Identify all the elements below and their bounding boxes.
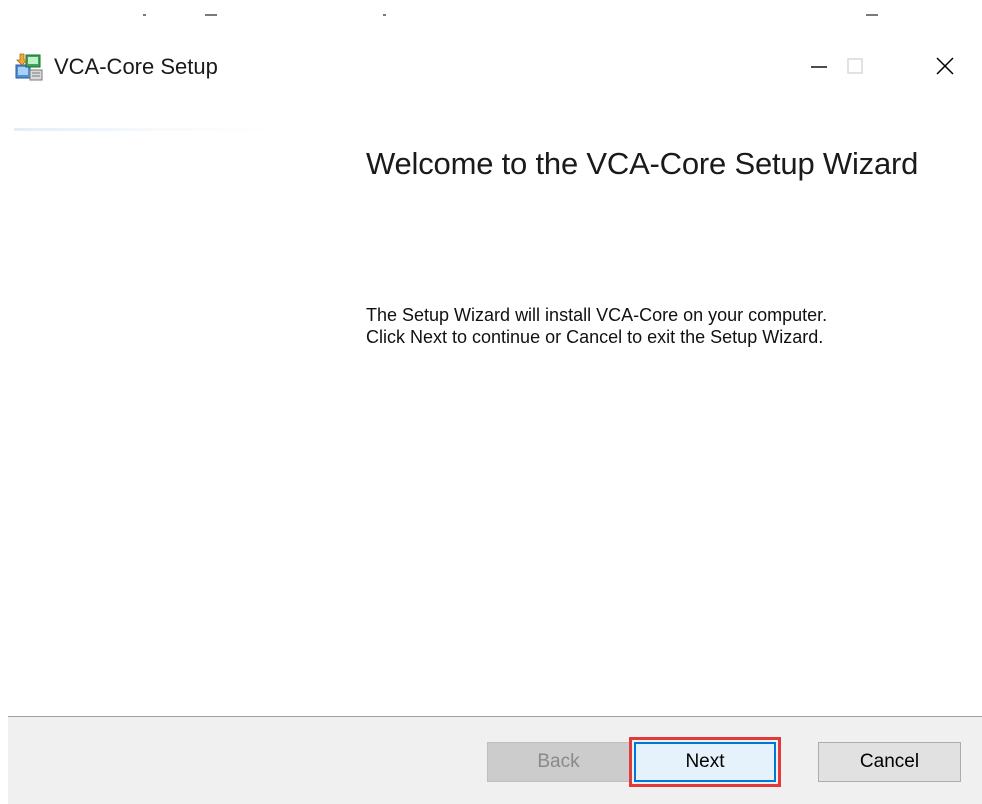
banner-edge: [14, 128, 274, 131]
top-edge-speck: [205, 14, 217, 16]
close-button[interactable]: [918, 46, 972, 90]
minimize-icon: [809, 56, 829, 81]
top-edge-speck: [143, 14, 146, 16]
wizard-description: The Setup Wizard will install VCA-Core o…: [366, 304, 827, 348]
description-line-1: The Setup Wizard will install VCA-Core o…: [366, 305, 828, 325]
top-edge-speck: [866, 14, 878, 16]
description-line-2: Click Next to continue or Cancel to exit…: [366, 327, 824, 347]
next-button[interactable]: Next: [634, 742, 776, 782]
setup-wizard-window: VCA-Core Setup Welcome to the VCA-Core S…: [0, 0, 982, 804]
title-bar[interactable]: VCA-Core Setup: [0, 40, 982, 96]
cancel-button[interactable]: Cancel: [818, 742, 961, 782]
maximize-icon: [845, 56, 865, 81]
installer-app-icon: [14, 52, 44, 82]
close-icon: [934, 55, 956, 82]
welcome-heading: Welcome to the VCA-Core Setup Wizard: [366, 146, 919, 181]
back-button: Back: [487, 742, 630, 782]
maximize-button: [828, 46, 882, 90]
window-title: VCA-Core Setup: [54, 54, 218, 79]
top-edge-speck: [383, 14, 386, 16]
